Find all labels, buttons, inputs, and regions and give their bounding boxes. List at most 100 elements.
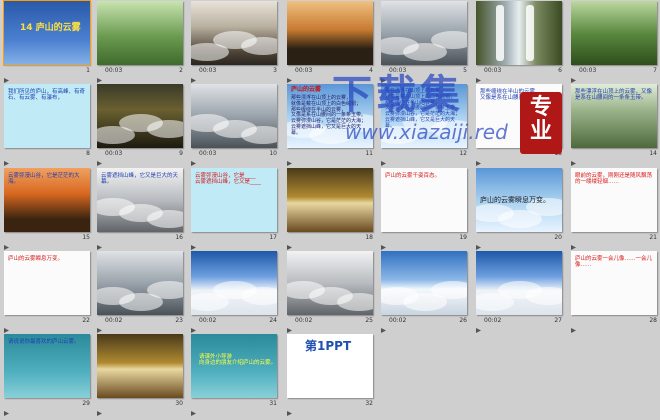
- slide-thumbnail[interactable]: 请说说你最喜欢的庐山云雾。: [4, 334, 90, 398]
- mist-decoration: [147, 281, 183, 299]
- slide-thumbnail[interactable]: [97, 1, 183, 65]
- slide-thumbnail[interactable]: 请课外小导游 向身边的朋友介绍庐山的云雾。: [191, 334, 277, 398]
- slide-number: 24: [269, 317, 277, 324]
- transition-icon[interactable]: [381, 151, 386, 166]
- transition-icon[interactable]: [191, 235, 196, 250]
- slide-thumbnail[interactable]: [191, 1, 277, 65]
- transition-icon[interactable]: [476, 318, 481, 333]
- slide-thumbnail[interactable]: 14 庐山的云雾: [3, 0, 91, 66]
- transition-icon[interactable]: [476, 151, 481, 166]
- slide-number: 3: [273, 67, 277, 74]
- transition-icon[interactable]: [381, 318, 386, 333]
- slide-thumbnail[interactable]: [287, 251, 373, 315]
- slide-timing: 00:03: [579, 67, 597, 74]
- slide-number: 18: [365, 234, 373, 241]
- waterfall-decoration: [496, 5, 504, 61]
- slide-timing: 00:02: [105, 317, 123, 324]
- slide-thumbnail[interactable]: [476, 251, 562, 315]
- slide-number: 11: [365, 150, 373, 157]
- transition-icon[interactable]: [97, 318, 102, 333]
- slide-timing: 00:02: [484, 317, 502, 324]
- slide-thumbnail[interactable]: 云雾遮挡山峰，它又是巨大的天幕。: [97, 168, 183, 232]
- transition-icon[interactable]: [287, 318, 292, 333]
- transition-icon[interactable]: [191, 318, 196, 333]
- watermark-text: 下载集: [332, 72, 464, 118]
- slide-thumbnail[interactable]: [97, 251, 183, 315]
- watermark-url: www.xiazaiji.red: [345, 120, 508, 144]
- transition-icon[interactable]: [97, 235, 102, 250]
- transition-icon[interactable]: [4, 235, 9, 250]
- slide-thumbnail[interactable]: [97, 84, 183, 148]
- slide-title: 第1PPT: [305, 339, 352, 353]
- slide-thumbnail[interactable]: [191, 251, 277, 315]
- transition-icon[interactable]: [191, 401, 196, 416]
- transition-icon[interactable]: [97, 151, 102, 166]
- slide-thumbnail[interactable]: [381, 251, 467, 315]
- slide-thumbnail[interactable]: [287, 1, 373, 65]
- transition-icon[interactable]: [381, 235, 386, 250]
- slide-text-line: 请说说你最喜欢的庐山云雾。: [8, 339, 80, 345]
- slide-thumbnail[interactable]: 那些漂浮在山顶上的云雾，又像是系在山腰间的一条条玉带。: [571, 84, 657, 148]
- slide-thumbnail[interactable]: 第1PPT: [287, 334, 373, 398]
- slide-number: 2: [179, 67, 183, 74]
- transition-icon[interactable]: [476, 68, 481, 83]
- slide-sorter: 14 庐山的云雾 1 00:03 2 00:03 3 00:03 4 00:03 5 00:03 6 0…: [0, 0, 660, 416]
- transition-icon[interactable]: [571, 68, 576, 83]
- slide-thumbnail[interactable]: 庐山的云雾瞬息万变。: [4, 251, 90, 315]
- transition-icon[interactable]: [4, 151, 9, 166]
- transition-icon[interactable]: [287, 235, 292, 250]
- slide-thumbnail[interactable]: [287, 168, 373, 232]
- slide-body-text: 那些漂浮在山顶上的云雾，又像是系在山腰间的一条条玉带。: [575, 89, 653, 102]
- slide-text-line: 那些漂浮在山顶上的云雾，又像是系在山腰间的一条条玉带。: [575, 89, 653, 102]
- slide-timing: 00:03: [199, 150, 217, 157]
- mist-decoration: [147, 210, 183, 228]
- transition-icon[interactable]: [287, 68, 292, 83]
- slide-thumbnail[interactable]: [381, 1, 467, 65]
- transition-icon[interactable]: [4, 68, 9, 83]
- transition-icon[interactable]: [571, 235, 576, 250]
- transition-icon[interactable]: [287, 401, 292, 416]
- slide-thumbnail[interactable]: [476, 1, 562, 65]
- slide-thumbnail[interactable]: [571, 1, 657, 65]
- slide-number: 19: [459, 234, 467, 241]
- slide-timing: 00:03: [295, 67, 313, 74]
- slide-text-line: 庐山的云雾千姿百态。: [385, 173, 441, 179]
- slide-number: 12: [459, 150, 467, 157]
- slide-timing: 00:02: [295, 317, 313, 324]
- slide-text-line: 庐山的云雾瞬息万变。: [8, 256, 64, 262]
- slide-body-text: 庐山的云雾千姿百态。: [385, 173, 463, 179]
- slide-text-line: 向身边的朋友介绍庐山的云雾。: [199, 360, 277, 367]
- transition-icon[interactable]: [191, 151, 196, 166]
- slide-thumbnail[interactable]: 庐山的云雾千姿百态。: [381, 168, 467, 232]
- slide-thumbnail[interactable]: 庐山的云雾一会儿像……一会儿像……: [571, 251, 657, 315]
- slide-thumbnail[interactable]: 庐山的云雾瞬息万变。: [476, 168, 562, 232]
- slide-thumbnail[interactable]: 云雾弥漫山谷，它是____ 云雾遮挡山峰，它又是____: [191, 168, 277, 232]
- transition-icon[interactable]: [97, 68, 102, 83]
- slide-number: 10: [269, 150, 277, 157]
- slide-number: 22: [82, 317, 90, 324]
- transition-icon[interactable]: [287, 151, 292, 166]
- slide-timing: 00:02: [199, 317, 217, 324]
- slide-timing: 00:02: [389, 317, 407, 324]
- slide-body-text: 眼前的云雾，刚刚还是随风飘荡的一缕缕轻烟……: [575, 173, 653, 186]
- slide-number: 7: [653, 67, 657, 74]
- mist-decoration: [241, 37, 277, 55]
- slide-number: 31: [269, 400, 277, 407]
- slide-number: 23: [175, 317, 183, 324]
- slide-number: 25: [365, 317, 373, 324]
- mist-decoration: [241, 287, 277, 305]
- transition-icon[interactable]: [476, 235, 481, 250]
- slide-thumbnail[interactable]: 云雾弥漫山谷，它是茫茫的大海。: [4, 168, 90, 232]
- slide-thumbnail[interactable]: [191, 84, 277, 148]
- transition-icon[interactable]: [4, 401, 9, 416]
- transition-icon[interactable]: [97, 401, 102, 416]
- slide-thumbnail[interactable]: 眼前的云雾，刚刚还是随风飘荡的一缕缕轻烟……: [571, 168, 657, 232]
- slide-text-line: 云雾遮挡山峰，它又是____: [195, 179, 262, 186]
- transition-icon[interactable]: [571, 318, 576, 333]
- transition-icon[interactable]: [191, 68, 196, 83]
- transition-icon[interactable]: [571, 151, 576, 166]
- slide-number: 9: [179, 150, 183, 157]
- slide-thumbnail[interactable]: 我们所见的庐山，有高峰、有奇石、有云雾、有瀑布，: [4, 84, 90, 148]
- transition-icon[interactable]: [4, 318, 9, 333]
- slide-thumbnail[interactable]: [97, 334, 183, 398]
